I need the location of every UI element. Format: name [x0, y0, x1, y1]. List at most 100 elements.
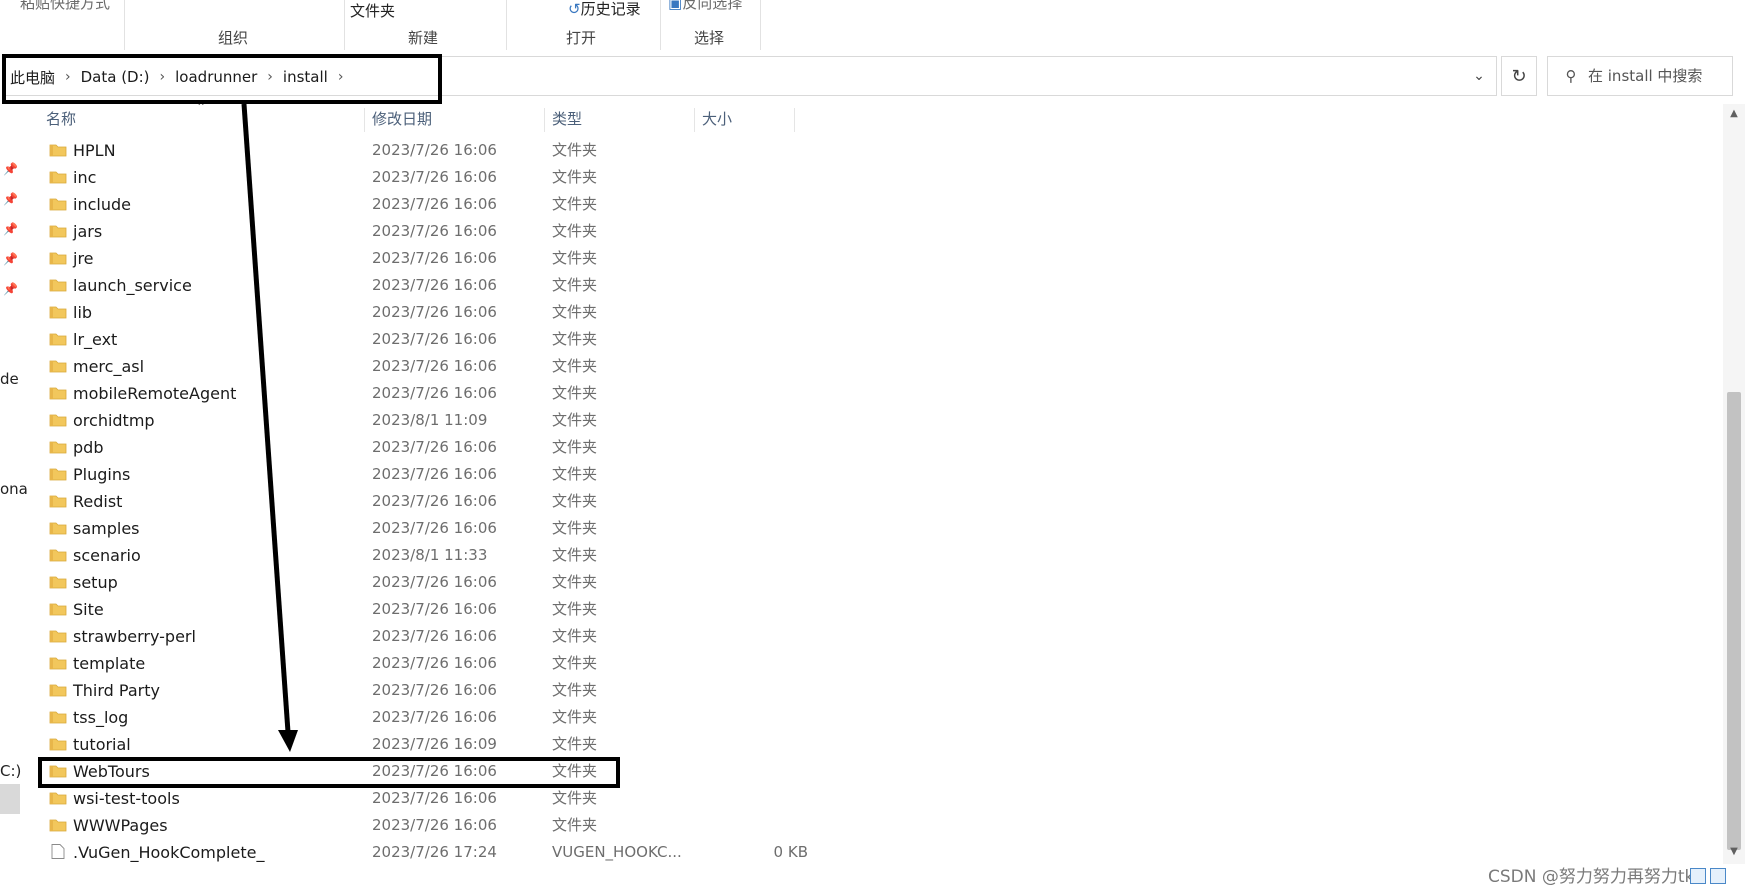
file-row[interactable]: orchidtmp 2023/8/1 11:09 文件夹 — [22, 407, 1722, 434]
file-type: 文件夹 — [552, 492, 598, 510]
file-row[interactable]: setup 2023/7/26 16:06 文件夹 — [22, 569, 1722, 596]
file-row[interactable]: samples 2023/7/26 16:06 文件夹 — [22, 515, 1722, 542]
nav-item-selected[interactable] — [0, 784, 20, 814]
file-row[interactable]: WebTours 2023/7/26 16:06 文件夹 — [22, 758, 1722, 785]
file-row[interactable]: mobileRemoteAgent 2023/7/26 16:06 文件夹 — [22, 380, 1722, 407]
file-name: launch_service — [73, 276, 192, 295]
search-box[interactable]: ⚲ — [1547, 56, 1733, 96]
file-type: 文件夹 — [552, 357, 598, 375]
column-name[interactable]: 名称 — [46, 104, 76, 134]
file-row[interactable]: Redist 2023/7/26 16:06 文件夹 — [22, 488, 1722, 515]
file-row[interactable]: lib 2023/7/26 16:06 文件夹 — [22, 299, 1722, 326]
file-date-modified: 2023/7/26 16:06 — [372, 789, 497, 807]
file-row[interactable]: template 2023/7/26 16:06 文件夹 — [22, 650, 1722, 677]
file-row[interactable]: lr_ext 2023/7/26 16:06 文件夹 — [22, 326, 1722, 353]
search-icon: ⚲ — [1565, 67, 1577, 85]
pin-icon[interactable]: 📌 — [3, 162, 18, 176]
folder-icon — [49, 306, 67, 319]
refresh-button[interactable]: ↻ — [1501, 56, 1537, 96]
column-divider[interactable] — [694, 108, 695, 132]
chevron-right-icon[interactable]: › — [156, 69, 170, 85]
file-type: 文件夹 — [552, 438, 598, 456]
file-name: strawberry-perl — [73, 627, 196, 646]
pin-icon[interactable]: 📌 — [3, 192, 18, 206]
file-row[interactable]: launch_service 2023/7/26 16:06 文件夹 — [22, 272, 1722, 299]
file-row[interactable]: Third Party 2023/7/26 16:06 文件夹 — [22, 677, 1722, 704]
history-button[interactable]: ↺历史记录 — [568, 0, 641, 19]
column-divider[interactable] — [364, 108, 365, 132]
file-name: template — [73, 654, 146, 673]
large-icons-view-icon[interactable] — [1710, 868, 1726, 884]
vertical-scrollbar[interactable]: ▲ ▼ — [1723, 104, 1745, 864]
folder-icon — [49, 171, 67, 184]
file-date-modified: 2023/7/26 16:06 — [372, 654, 497, 672]
column-divider[interactable] — [794, 108, 795, 132]
file-name: tutorial — [73, 735, 131, 754]
column-divider[interactable] — [544, 108, 545, 132]
folder-icon — [49, 441, 67, 454]
folder-icon — [49, 225, 67, 238]
nav-item[interactable]: de — [0, 370, 19, 388]
file-row[interactable]: HPLN 2023/7/26 16:06 文件夹 — [22, 137, 1722, 164]
chevron-right-icon[interactable]: › — [61, 69, 75, 85]
crumb-data-d[interactable]: Data (D:) — [75, 68, 156, 86]
column-date-modified[interactable]: 修改日期 — [372, 104, 432, 134]
history-label: 历史记录 — [580, 0, 641, 18]
crumb-this-pc[interactable]: 此电脑 — [4, 67, 61, 88]
breadcrumb: 此电脑 › Data (D:) › loadrunner › install › — [4, 57, 347, 97]
pin-icon[interactable]: 📌 — [3, 252, 18, 266]
file-date-modified: 2023/7/26 16:06 — [372, 492, 497, 510]
file-date-modified: 2023/7/26 16:06 — [372, 438, 497, 456]
file-name: HPLN — [73, 141, 116, 160]
search-input[interactable] — [1586, 66, 1730, 86]
file-row[interactable]: jre 2023/7/26 16:06 文件夹 — [22, 245, 1722, 272]
file-name: scenario — [73, 546, 141, 565]
file-row[interactable]: jars 2023/7/26 16:06 文件夹 — [22, 218, 1722, 245]
new-folder-label[interactable]: 文件夹 — [350, 0, 395, 21]
file-type: 文件夹 — [552, 600, 598, 618]
file-date-modified: 2023/7/26 16:06 — [372, 357, 497, 375]
file-row[interactable]: .VuGen_HookComplete_ 2023/7/26 17:24 VUGEN… — [22, 839, 1722, 866]
file-type: 文件夹 — [552, 195, 598, 213]
file-row[interactable]: include 2023/7/26 16:06 文件夹 — [22, 191, 1722, 218]
file-date-modified: 2023/7/26 16:06 — [372, 276, 497, 294]
file-name: tss_log — [73, 708, 129, 727]
file-name: inc — [73, 168, 97, 187]
nav-item[interactable]: C:) — [0, 762, 21, 780]
file-row[interactable]: scenario 2023/8/1 11:33 文件夹 — [22, 542, 1722, 569]
scroll-down-icon[interactable]: ▼ — [1723, 846, 1745, 864]
pin-icon[interactable]: 📌 — [3, 282, 18, 296]
chevron-down-icon[interactable]: ⌄ — [1462, 56, 1496, 96]
file-row[interactable]: tss_log 2023/7/26 16:06 文件夹 — [22, 704, 1722, 731]
details-view-icon[interactable] — [1690, 868, 1706, 884]
invert-selection-button[interactable]: ▣反向选择 — [668, 0, 742, 13]
file-row[interactable]: strawberry-perl 2023/7/26 16:06 文件夹 — [22, 623, 1722, 650]
column-type[interactable]: 类型 — [552, 104, 582, 134]
chevron-right-icon[interactable]: › — [334, 69, 348, 85]
scroll-up-icon[interactable]: ▲ — [1723, 108, 1745, 126]
chevron-right-icon[interactable]: › — [263, 69, 277, 85]
crumb-install[interactable]: install — [277, 68, 334, 86]
file-row[interactable]: inc 2023/7/26 16:06 文件夹 — [22, 164, 1722, 191]
file-name: Plugins — [73, 465, 131, 484]
file-size: 0 KB — [773, 843, 808, 861]
address-bar[interactable]: 此电脑 › Data (D:) › loadrunner › install ›… — [3, 56, 1497, 96]
file-row[interactable]: Plugins 2023/7/26 16:06 文件夹 — [22, 461, 1722, 488]
file-type: 文件夹 — [552, 168, 598, 186]
view-toggle — [1690, 868, 1726, 884]
file-row[interactable]: WWWPages 2023/7/26 16:06 文件夹 — [22, 812, 1722, 839]
scrollbar-thumb[interactable] — [1727, 392, 1741, 850]
paste-shortcut-label[interactable]: 粘贴快捷方式 — [20, 0, 110, 13]
column-size[interactable]: 大小 — [702, 104, 732, 134]
crumb-loadrunner[interactable]: loadrunner — [169, 68, 263, 86]
file-row[interactable]: pdb 2023/7/26 16:06 文件夹 — [22, 434, 1722, 461]
file-name: jars — [73, 222, 103, 241]
file-type: 文件夹 — [552, 681, 598, 699]
file-row[interactable]: tutorial 2023/7/26 16:09 文件夹 — [22, 731, 1722, 758]
file-row[interactable]: Site 2023/7/26 16:06 文件夹 — [22, 596, 1722, 623]
file-name: wsi-test-tools — [73, 789, 180, 808]
pin-icon[interactable]: 📌 — [3, 222, 18, 236]
folder-icon — [49, 522, 67, 535]
file-row[interactable]: wsi-test-tools 2023/7/26 16:06 文件夹 — [22, 785, 1722, 812]
file-row[interactable]: merc_asl 2023/7/26 16:06 文件夹 — [22, 353, 1722, 380]
